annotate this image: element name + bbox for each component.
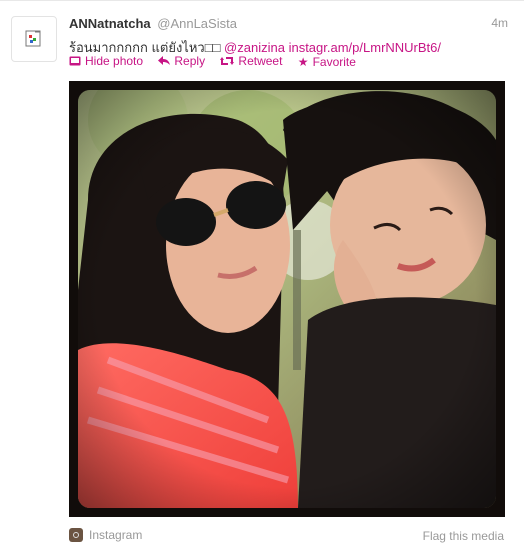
avatar[interactable] (11, 16, 57, 62)
retweet-label: Retweet (238, 54, 283, 68)
retweet-button[interactable]: Retweet (220, 54, 282, 68)
instagram-link[interactable]: instagr.am/p/LmrNNUrBt6/ (289, 40, 441, 55)
media-frame[interactable] (69, 81, 505, 517)
user-handle[interactable]: @AnnLaSista (157, 16, 237, 31)
hide-photo-button[interactable]: Hide photo (69, 54, 143, 68)
tweet: ANNatnatcha @AnnLaSista 4m ร้อนมากกกกก แ… (0, 0, 524, 551)
favorite-button[interactable]: ★ Favorite (298, 55, 356, 69)
retweet-icon (220, 57, 235, 65)
broken-image-icon (25, 30, 41, 47)
flag-media-link[interactable]: Flag this media (423, 529, 504, 543)
mention-link[interactable]: @zanizina (224, 40, 285, 55)
tweet-timestamp[interactable]: 4m (491, 16, 508, 30)
tweet-header: ANNatnatcha @AnnLaSista (69, 16, 237, 31)
media-source[interactable]: Instagram (69, 528, 142, 542)
user-fullname[interactable]: ANNatnatcha (69, 16, 151, 31)
reply-label: Reply (174, 54, 206, 68)
star-icon: ★ (297, 55, 309, 69)
hide-photo-label: Hide photo (85, 54, 144, 68)
instagram-photo[interactable] (78, 90, 496, 508)
tweet-actions: Hide photo Reply Retweet ★ Favorite (69, 54, 368, 69)
reply-icon (158, 56, 171, 65)
photo-icon (69, 56, 81, 66)
tweet-body: ร้อนมากกกกก แต่ยังไหว□□ (69, 40, 221, 55)
favorite-label: Favorite (312, 55, 356, 69)
reply-button[interactable]: Reply (158, 54, 205, 68)
instagram-icon (69, 528, 83, 542)
photo-illustration (78, 90, 496, 508)
media-source-label: Instagram (89, 528, 143, 542)
